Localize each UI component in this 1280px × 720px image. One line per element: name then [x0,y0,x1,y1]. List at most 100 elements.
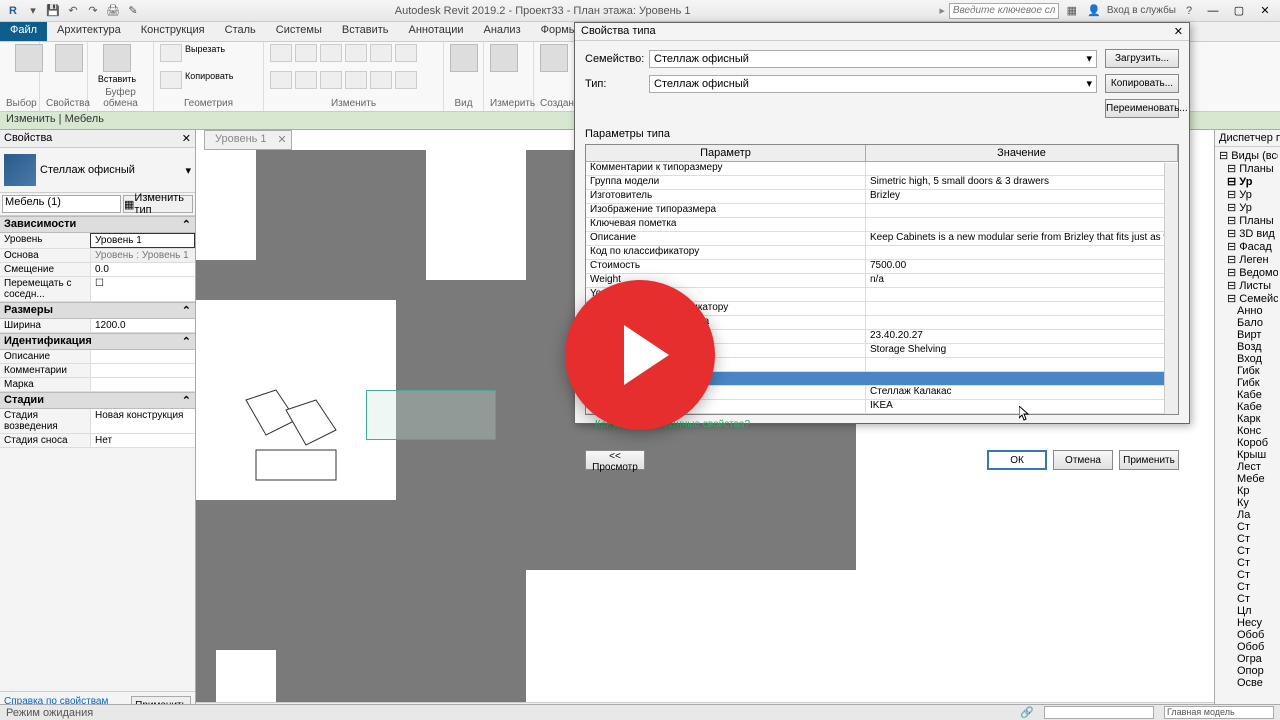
tree-item[interactable]: Ст [1217,533,1278,545]
rename-button[interactable]: Переименовать... [1105,99,1179,118]
tab-analyze[interactable]: Анализ [473,22,530,41]
tree-item[interactable]: ⊟ Виды (все) [1217,149,1278,162]
tab-insert[interactable]: Вставить [332,22,399,41]
preview-button[interactable]: << Просмотр [585,450,645,470]
tree-item[interactable]: Крыш [1217,449,1278,461]
param-row[interactable]: Группа моделиSimetric high, 5 small door… [586,176,1178,190]
view-icon[interactable] [450,44,478,72]
tab-systems[interactable]: Системы [266,22,332,41]
tree-item[interactable]: Ст [1217,545,1278,557]
chevron-down-icon[interactable]: ▾ [185,164,191,177]
tab-file[interactable]: Файл [0,22,47,41]
tree-item[interactable]: Ку [1217,497,1278,509]
undo-icon[interactable]: ↶ [64,2,82,20]
user-icon[interactable]: 👤 [1085,2,1103,20]
level-field[interactable]: Уровень 1 [90,233,195,248]
tree-item[interactable]: Ст [1217,557,1278,569]
tree-item[interactable]: Обоб [1217,629,1278,641]
sign-in-link[interactable]: Вход в службы [1107,5,1176,16]
open-icon[interactable]: ▾ [24,2,42,20]
tree-item[interactable]: Возд [1217,341,1278,353]
family-combo[interactable]: Стеллаж офисный▾ [649,50,1097,68]
cut-icon[interactable] [160,44,182,62]
tree-item[interactable]: ⊟ Планы [1217,214,1278,227]
param-row[interactable]: Изображение типоразмера [586,204,1178,218]
close-icon[interactable]: ✕ [1174,25,1183,38]
tree-item[interactable]: Ст [1217,581,1278,593]
copy-icon[interactable] [160,71,182,89]
param-row[interactable]: Weightn/a [586,274,1178,288]
param-row[interactable]: Комментарии к типоразмеру [586,162,1178,176]
moves-checkbox[interactable]: ☐ [90,277,195,301]
offset-field[interactable]: 0.0 [90,263,195,276]
maximize-icon[interactable]: ▢ [1228,2,1250,20]
tree-item[interactable]: Огра [1217,653,1278,665]
qa-icon[interactable]: ✎ [124,2,142,20]
type-name[interactable]: Стеллаж офисный [40,164,181,176]
tree-item[interactable]: Анно [1217,305,1278,317]
tree-item[interactable]: Гибк [1217,377,1278,389]
minimize-icon[interactable]: — [1202,2,1224,20]
tree-item[interactable]: Ст [1217,521,1278,533]
tree-item[interactable]: ⊟ Семейс [1217,292,1278,305]
document-tab[interactable]: Уровень 1✕ [204,130,292,150]
model-combo[interactable]: Главная модель [1164,706,1274,719]
tab-struct[interactable]: Конструкция [131,22,215,41]
save-icon[interactable]: 💾 [44,2,62,20]
properties-button[interactable] [46,44,92,72]
tree-item[interactable]: Цл [1217,605,1278,617]
tree-item[interactable]: ⊟ Ур [1217,175,1278,188]
tree-item[interactable]: Кабе [1217,401,1278,413]
tab-annotate[interactable]: Аннотации [399,22,474,41]
tree-item[interactable]: ⊟ Фасад [1217,240,1278,253]
tree-item[interactable]: Мебе [1217,473,1278,485]
tree-item[interactable]: Кабе [1217,389,1278,401]
cancel-button[interactable]: Отмена [1053,450,1113,470]
play-button[interactable] [565,280,715,430]
tree-item[interactable]: ⊟ Планы [1217,162,1278,175]
create-icon[interactable] [540,44,568,72]
help-icon[interactable]: ? [1180,2,1198,20]
tree-item[interactable]: ⊟ Леген [1217,253,1278,266]
tree-item[interactable]: Короб [1217,437,1278,449]
edit-type-button[interactable]: ▦Изменить тип [123,195,193,213]
search-input[interactable] [949,3,1059,19]
close-icon[interactable]: ✕ [277,133,286,146]
tree-item[interactable]: Опор [1217,665,1278,677]
selected-furniture[interactable] [366,390,496,440]
param-row[interactable]: Код по классификатору [586,246,1178,260]
tree-item[interactable]: ⊟ Ур [1217,188,1278,201]
tab-arch[interactable]: Архитектура [47,22,131,41]
tree-item[interactable]: Осве [1217,677,1278,689]
ok-button[interactable]: ОК [987,450,1047,470]
load-button[interactable]: Загрузить... [1105,49,1179,68]
tree-item[interactable]: ⊟ Ур [1217,201,1278,214]
param-row[interactable]: Ключевая пометка [586,218,1178,232]
close-icon[interactable]: ✕ [1254,2,1276,20]
apply-button[interactable]: Применить [1119,450,1179,470]
measure-icon[interactable] [490,44,518,72]
category-selector[interactable]: Мебель (1) [2,195,121,213]
tree-item[interactable]: ⊟ Ведомо [1217,266,1278,279]
tree-item[interactable]: Вирт [1217,329,1278,341]
tree-item[interactable]: Ст [1217,593,1278,605]
tree-item[interactable]: Несу [1217,617,1278,629]
tree-item[interactable]: Лест [1217,461,1278,473]
tree-item[interactable]: Обоб [1217,641,1278,653]
tree-item[interactable]: Конс [1217,425,1278,437]
tree-item[interactable]: Карк [1217,413,1278,425]
width-field[interactable]: 1200.0 [90,319,195,332]
scrollbar[interactable] [1164,163,1178,414]
paste-button[interactable]: Вставить [94,44,140,84]
param-row[interactable]: Стоимость7500.00 [586,260,1178,274]
tool-icon[interactable] [270,44,292,62]
tree-item[interactable]: Кр [1217,485,1278,497]
tree-item[interactable]: Ла [1217,509,1278,521]
print-icon[interactable]: 🖨 [104,2,122,20]
redo-icon[interactable]: ↷ [84,2,102,20]
tree-item[interactable]: Ст [1217,569,1278,581]
duplicate-button[interactable]: Копировать... [1105,74,1179,93]
tree-item[interactable]: Вход [1217,353,1278,365]
close-icon[interactable]: ✕ [182,132,191,145]
tree-item[interactable]: ⊟ Листы [1217,279,1278,292]
